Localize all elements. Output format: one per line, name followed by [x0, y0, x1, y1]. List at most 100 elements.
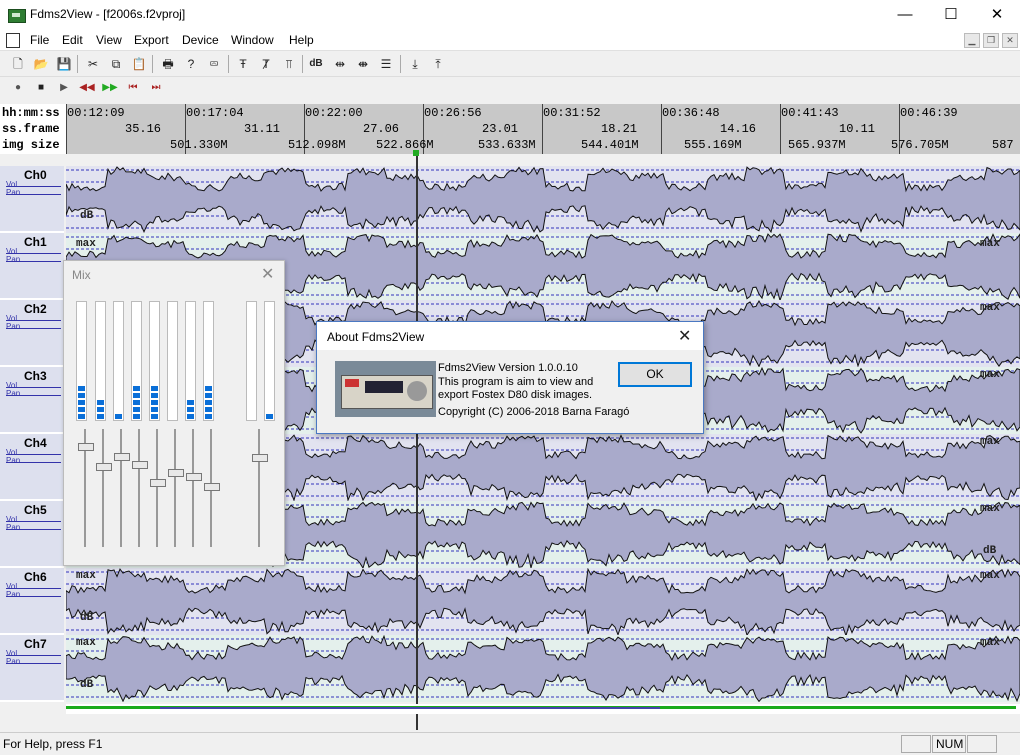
- go-start-icon[interactable]: ⏮: [124, 79, 142, 97]
- about-description-1: This program is aim to view and: [438, 376, 594, 388]
- pan-slider[interactable]: [6, 663, 61, 664]
- vol-slider[interactable]: [6, 521, 61, 522]
- meter-segment: [78, 386, 85, 391]
- waveform-ch6[interactable]: max max dB: [65, 567, 1020, 638]
- mdi-minimize-button[interactable]: ▁: [964, 33, 980, 48]
- track-header-ch3[interactable]: Ch3 Vol Pan: [0, 367, 64, 434]
- pan-slider[interactable]: [6, 328, 61, 329]
- fader-knob[interactable]: [204, 483, 220, 491]
- cursor-marker[interactable]: [413, 150, 419, 156]
- vol-slider[interactable]: [6, 454, 61, 455]
- mix-close-icon[interactable]: ✕: [261, 264, 274, 284]
- import-icon[interactable]: ⤒: [429, 55, 447, 73]
- rewind-icon[interactable]: ◀◀: [78, 79, 96, 97]
- save-icon[interactable]: 💾: [55, 55, 73, 73]
- ok-button[interactable]: OK: [618, 362, 692, 387]
- mdi-restore-button[interactable]: ❐: [983, 33, 999, 48]
- vol-slider[interactable]: [6, 387, 61, 388]
- pan-slider[interactable]: [6, 529, 61, 530]
- export-icon[interactable]: ⤓: [406, 55, 424, 73]
- fader-track[interactable]: [258, 429, 260, 547]
- ruler-frame-label: 14.16: [720, 122, 757, 136]
- zoom-out-horizontal-icon[interactable]: ⇼: [354, 55, 372, 73]
- track-header-ch7[interactable]: Ch7 Vol Pan: [0, 635, 64, 702]
- markers-icon[interactable]: ⫪: [280, 55, 298, 73]
- waveform-envelope: [65, 567, 1020, 638]
- about-close-icon[interactable]: ✕: [678, 326, 691, 346]
- track-header-ch2[interactable]: Ch2 Vol Pan: [0, 300, 64, 367]
- fader-knob[interactable]: [78, 443, 94, 451]
- db-icon[interactable]: dB: [307, 55, 325, 73]
- track-header-ch6[interactable]: Ch6 Vol Pan: [0, 568, 64, 635]
- new-icon[interactable]: 🗋: [9, 55, 27, 73]
- fader-track[interactable]: [138, 429, 140, 547]
- fader-track[interactable]: [192, 429, 194, 547]
- track-header-ch0[interactable]: Ch0 Vol Pan: [0, 166, 64, 233]
- cut-icon[interactable]: ✂: [84, 55, 102, 73]
- track-header-ch1[interactable]: Ch1 Vol Pan: [0, 233, 64, 300]
- fader-knob[interactable]: [168, 469, 184, 477]
- db-label: dB: [80, 210, 94, 222]
- stop-icon[interactable]: ■: [32, 79, 50, 97]
- fader-track[interactable]: [156, 429, 158, 547]
- meter-segment: [78, 400, 85, 405]
- waveform-ch0[interactable]: dB: [65, 166, 1020, 234]
- fader-track[interactable]: [120, 429, 122, 547]
- ruler-size-label: 512.098M: [288, 138, 346, 152]
- fast-forward-icon[interactable]: ▶▶: [101, 79, 119, 97]
- menu-edit[interactable]: Edit: [62, 33, 83, 47]
- zoom-fit-icon[interactable]: ☰: [377, 55, 395, 73]
- close-button[interactable]: ✕: [974, 0, 1020, 30]
- transport-toolbar: ● ■ ▶ ◀◀ ▶▶ ⏮ ⏭: [0, 77, 1020, 99]
- pan-slider[interactable]: [6, 462, 61, 463]
- print-icon[interactable]: 🖶: [159, 55, 177, 73]
- fader-knob[interactable]: [114, 453, 130, 461]
- fader-knob[interactable]: [186, 473, 202, 481]
- fader-knob[interactable]: [132, 461, 148, 469]
- fader-knob[interactable]: [96, 463, 112, 471]
- vol-slider[interactable]: [6, 588, 61, 589]
- menu-file[interactable]: File: [30, 33, 49, 47]
- go-end-icon[interactable]: ⏭: [147, 79, 165, 97]
- pan-slider[interactable]: [6, 261, 61, 262]
- pan-slider[interactable]: [6, 194, 61, 195]
- context-help-icon[interactable]: ⮹: [205, 55, 223, 73]
- ruler-size-label: 555.169M: [684, 138, 742, 152]
- record-icon[interactable]: ●: [9, 79, 27, 97]
- fader-track[interactable]: [174, 429, 176, 547]
- menu-export[interactable]: Export: [134, 33, 169, 47]
- fader-knob[interactable]: [150, 479, 166, 487]
- marker-clear-icon[interactable]: Ⱦ: [257, 55, 275, 73]
- menu-help[interactable]: Help: [289, 33, 314, 47]
- play-icon[interactable]: ▶: [55, 79, 73, 97]
- fader-knob[interactable]: [252, 454, 268, 462]
- pan-slider[interactable]: [6, 596, 61, 597]
- pan-slider[interactable]: [6, 395, 61, 396]
- minimize-button[interactable]: —: [882, 0, 928, 30]
- waveform-ch7[interactable]: max max dB: [65, 634, 1020, 703]
- meter-segment: [151, 386, 158, 391]
- menu-view[interactable]: View: [96, 33, 122, 47]
- vol-slider[interactable]: [6, 186, 61, 187]
- open-icon[interactable]: 📂: [32, 55, 50, 73]
- track-header-ch5[interactable]: Ch5 Vol Pan: [0, 501, 64, 568]
- marker-icon[interactable]: Ŧ: [234, 55, 252, 73]
- copy-icon[interactable]: ⧉: [107, 55, 125, 73]
- vol-slider[interactable]: [6, 253, 61, 254]
- track-pan-label: Pan: [6, 590, 21, 599]
- menu-device[interactable]: Device: [182, 33, 219, 47]
- paste-icon[interactable]: 📋: [130, 55, 148, 73]
- help-icon[interactable]: ?: [182, 55, 200, 73]
- playback-cursor[interactable]: [416, 156, 418, 730]
- document-icon[interactable]: [6, 33, 20, 48]
- vol-slider[interactable]: [6, 655, 61, 656]
- zoom-in-horizontal-icon[interactable]: ⇹: [331, 55, 349, 73]
- track-name: Ch2: [24, 302, 47, 316]
- fader-track[interactable]: [102, 429, 104, 547]
- main-toolbar: 🗋 📂 💾 ✂ ⧉ 📋 🖶 ? ⮹ Ŧ Ⱦ ⫪ dB ⇹ ⇼ ☰ ⤓ ⤒: [0, 52, 1020, 77]
- track-header-ch4[interactable]: Ch4 Vol Pan: [0, 434, 64, 501]
- maximize-button[interactable]: ☐: [928, 0, 974, 30]
- menu-window[interactable]: Window: [231, 33, 274, 47]
- mdi-close-button[interactable]: ✕: [1002, 33, 1018, 48]
- vol-slider[interactable]: [6, 320, 61, 321]
